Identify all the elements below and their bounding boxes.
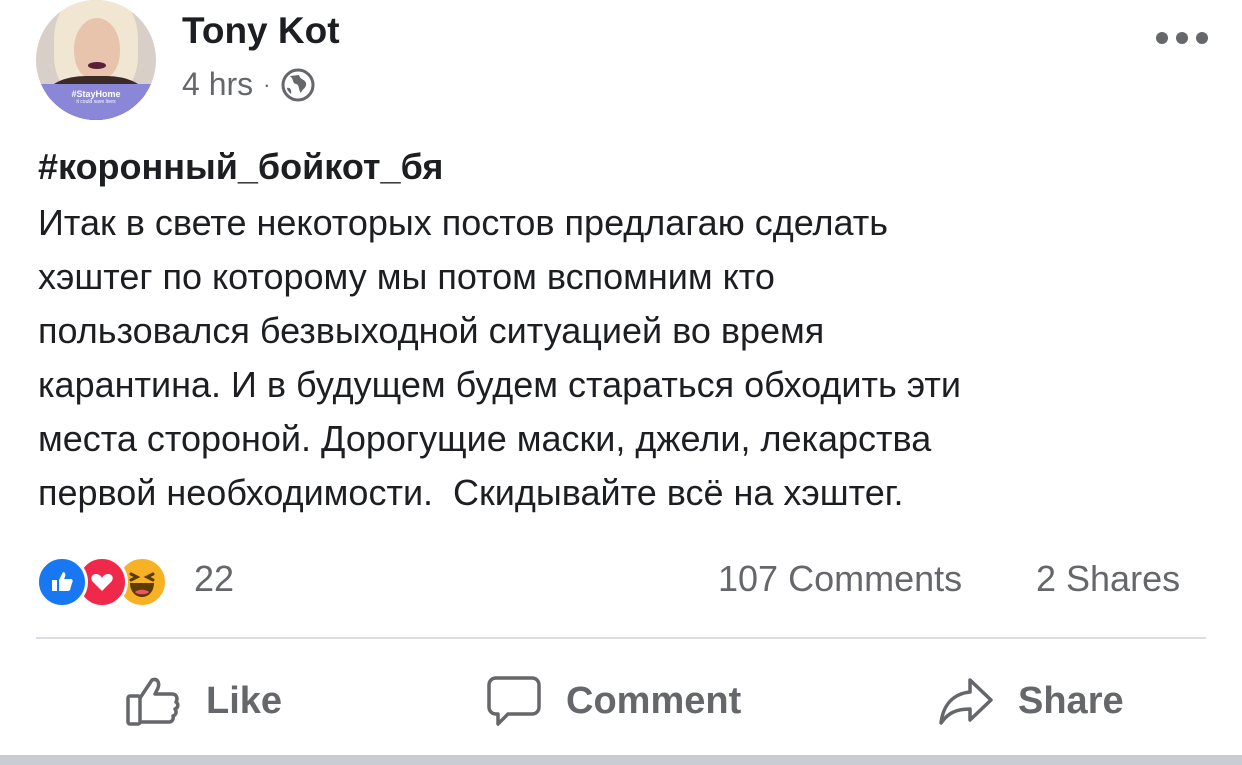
feed-separator-bar — [0, 755, 1242, 765]
post-meta: 4 hrs · — [182, 66, 316, 103]
post-body-line: места стороной. Дорогущие маски, джели, … — [38, 418, 932, 459]
post-hashtag[interactable]: #коронный_бойкот_бя — [38, 146, 443, 188]
post-body-line: Итак в свете некоторых постов предлагаю … — [38, 202, 889, 243]
like-label: Like — [206, 679, 283, 722]
avatar-frame-title: #StayHome — [71, 89, 121, 99]
actions-divider — [36, 637, 1206, 639]
post-card: #StayHome it could save lives Tony Kot 4… — [0, 0, 1242, 765]
comment-label: Comment — [566, 679, 742, 722]
avatar-face — [74, 18, 120, 80]
post-body: Итак в свете некоторых постов предлагаю … — [38, 196, 1208, 520]
comment-button[interactable]: Comment — [486, 666, 741, 736]
post-body-line: карантина. И в будущем будем стараться о… — [38, 364, 961, 405]
post-body-line: первой необходимости. Скидывайте всё на … — [38, 472, 904, 513]
author-avatar[interactable]: #StayHome it could save lives — [36, 0, 156, 120]
author-name[interactable]: Tony Kot — [182, 10, 340, 52]
post-body-line: пользовался безвыходной ситуацией во вре… — [38, 310, 825, 351]
avatar-stayhome-frame: #StayHome it could save lives — [36, 84, 156, 120]
like-button[interactable]: Like — [124, 666, 282, 736]
more-options-icon[interactable] — [1156, 28, 1208, 48]
thumbs-up-icon — [126, 677, 180, 726]
globe-icon — [281, 68, 315, 101]
share-button[interactable]: Share — [938, 666, 1124, 736]
comments-count[interactable]: 107 Comments — [718, 558, 962, 600]
share-label: Share — [1018, 679, 1124, 722]
like-reaction-icon — [36, 556, 88, 608]
avatar-frame-subtitle: it could save lives — [76, 99, 116, 105]
meta-separator: · — [263, 71, 271, 97]
avatar-lips — [88, 62, 106, 69]
share-arrow-icon — [939, 678, 993, 725]
shares-count[interactable]: 2 Shares — [1036, 558, 1180, 600]
post-time[interactable]: 4 hrs — [182, 66, 253, 103]
reaction-count[interactable]: 22 — [194, 558, 234, 600]
post-body-line: хэштег по которому мы потом вспомним кто — [38, 256, 775, 297]
comment-bubble-icon — [487, 676, 541, 726]
